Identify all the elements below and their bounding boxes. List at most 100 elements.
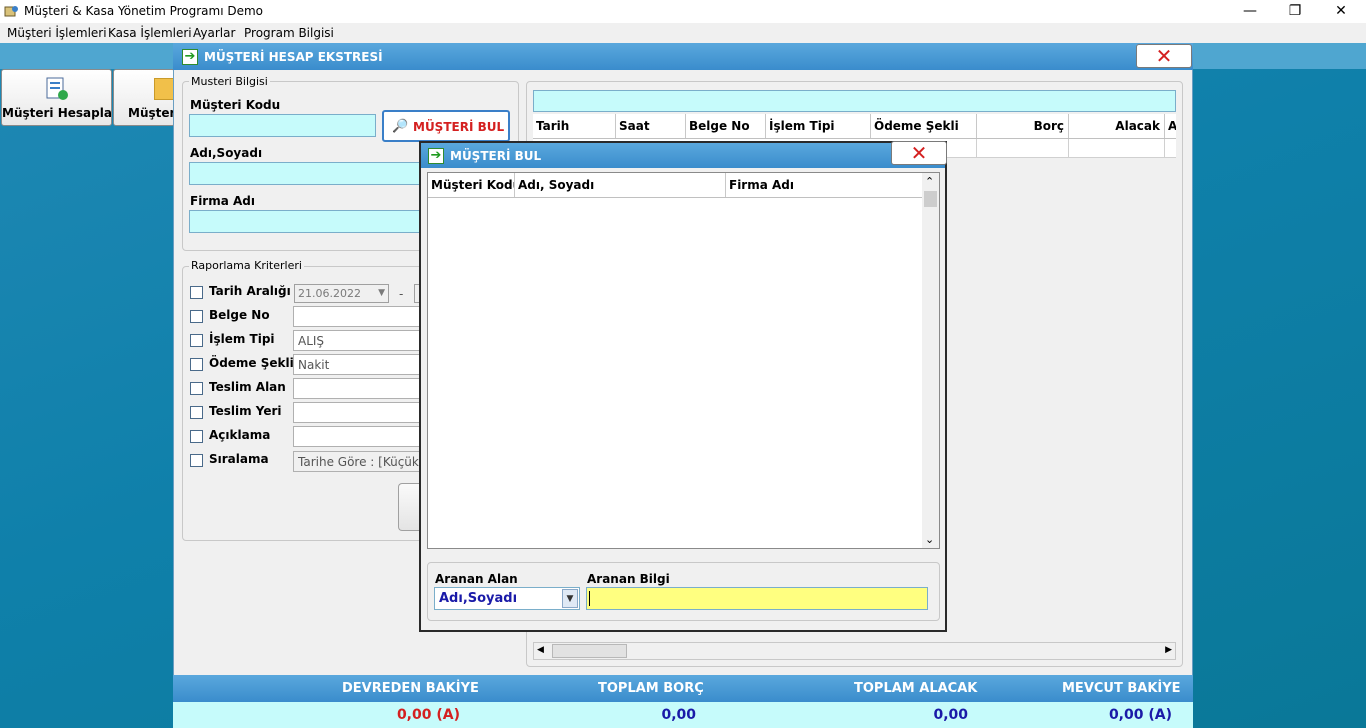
- find-customer-label: MÜŞTERİ BUL: [413, 120, 505, 134]
- vertical-scrollbar[interactable]: ⌃ ⌄: [922, 173, 939, 548]
- magnifier-icon: 🔎: [392, 119, 409, 134]
- payment-method-checkbox[interactable]: [190, 358, 203, 371]
- search-text-input[interactable]: [586, 587, 928, 610]
- total-credit-label: TOPLAM ALACAK: [854, 681, 978, 696]
- menu-bar: Müşteri İşlemleri Kasa İşlemleri Ayarlar…: [0, 23, 1366, 43]
- customer-button-label: Müşteri: [128, 106, 174, 120]
- close-statement-button[interactable]: ✕: [1136, 44, 1192, 68]
- col-payment-method[interactable]: Ödeme Şekli: [871, 114, 977, 138]
- scroll-left-icon[interactable]: ◀: [537, 645, 544, 655]
- col-credit[interactable]: Alacak: [1069, 114, 1165, 138]
- total-debit-value: 0,00: [661, 707, 696, 723]
- text-cursor: [589, 591, 590, 606]
- customer-accounts-button[interactable]: Müşteri Hesapları: [1, 69, 112, 126]
- payment-method-select[interactable]: Nakit: [293, 354, 420, 375]
- find-customer-dialog-titlebar: ➔ MÜŞTERİ BUL: [421, 143, 945, 168]
- company-field[interactable]: [189, 210, 429, 233]
- customer-code-label: Müşteri Kodu: [190, 98, 281, 112]
- report-button[interactable]: [398, 483, 420, 531]
- document-no-checkbox[interactable]: [190, 310, 203, 323]
- col-transaction-type[interactable]: İşlem Tipi: [766, 114, 871, 138]
- search-field-select[interactable]: Adı,Soyadı ▼: [434, 587, 580, 610]
- transaction-type-label: İşlem Tipi: [209, 332, 275, 346]
- folder-icon: [154, 78, 174, 100]
- restore-button[interactable]: ❐: [1272, 0, 1318, 23]
- scroll-right-icon[interactable]: ▶: [1165, 645, 1172, 655]
- close-icon: ✕: [1155, 44, 1173, 68]
- app-icon: [4, 4, 20, 18]
- col-document-no[interactable]: Belge No: [686, 114, 766, 138]
- customer-list[interactable]: Müşteri Kodu Adı, Soyadı Firma Adı ⌃ ⌄: [427, 172, 940, 549]
- close-window-button[interactable]: ✕: [1318, 0, 1364, 23]
- delivery-place-checkbox[interactable]: [190, 406, 203, 419]
- menu-musteri-islemleri[interactable]: Müşteri İşlemleri: [7, 26, 107, 40]
- sorting-checkbox[interactable]: [190, 454, 203, 467]
- customer-button[interactable]: Müşteri: [113, 69, 175, 126]
- chevron-down-icon[interactable]: ▼: [562, 589, 578, 608]
- current-balance-label: MEVCUT BAKİYE: [1062, 681, 1181, 696]
- date-start-value: 21.06.2022: [298, 287, 361, 300]
- menu-ayarlar[interactable]: Ayarlar: [193, 26, 235, 40]
- receiver-checkbox[interactable]: [190, 382, 203, 395]
- payment-method-value: Nakit: [298, 358, 330, 372]
- date-start-picker[interactable]: 21.06.2022 ▼: [294, 284, 389, 303]
- date-range-label: Tarih Aralığı: [209, 284, 291, 298]
- criteria-legend: Raporlama Kriterleri: [189, 259, 304, 272]
- statement-window-titlebar: ➔ MÜŞTERİ HESAP EKSTRESİ: [173, 43, 1193, 70]
- col-customer-code[interactable]: Müşteri Kodu: [428, 173, 515, 197]
- scroll-thumb[interactable]: [924, 191, 937, 207]
- col-debit[interactable]: Borç: [977, 114, 1069, 138]
- description-checkbox[interactable]: [190, 430, 203, 443]
- carried-balance-label: DEVREDEN BAKİYE: [342, 681, 479, 696]
- transaction-type-select[interactable]: ALIŞ: [293, 330, 420, 351]
- transaction-type-checkbox[interactable]: [190, 334, 203, 347]
- delivery-place-label: Teslim Yeri: [209, 404, 282, 418]
- receiver-label: Teslim Alan: [209, 380, 286, 394]
- customer-accounts-icon: [44, 76, 70, 102]
- carried-balance-value: 0,00 (A): [396, 707, 460, 723]
- app-title: Müşteri & Kasa Yönetim Programı Demo: [24, 4, 264, 18]
- horizontal-scrollbar[interactable]: ◀ ▶: [533, 642, 1176, 660]
- find-customer-button[interactable]: 🔎 MÜŞTERİ BUL: [382, 110, 510, 142]
- description-field[interactable]: [293, 426, 420, 447]
- search-text-label: Aranan Bilgi: [587, 572, 670, 586]
- menu-kasa-islemleri[interactable]: Kasa İşlemleri: [108, 26, 192, 40]
- close-find-dialog-button[interactable]: ✕: [891, 141, 947, 165]
- search-field-label: Aranan Alan: [435, 572, 518, 586]
- customer-info-legend: Musteri Bilgisi: [189, 75, 270, 88]
- sorting-value: Tarihe Göre : [Küçük: [298, 455, 419, 469]
- col-name[interactable]: Adı, Soyadı: [515, 173, 726, 197]
- arrow-right-icon: ➔: [428, 148, 444, 164]
- document-no-field[interactable]: [293, 306, 420, 327]
- customer-accounts-label: Müşteri Hesapları: [2, 106, 111, 120]
- scroll-up-icon[interactable]: ⌃: [925, 175, 934, 188]
- name-field[interactable]: [189, 162, 429, 185]
- app-titlebar: Müşteri & Kasa Yönetim Programı Demo — ❐…: [0, 0, 1366, 23]
- total-debit-label: TOPLAM BORÇ: [598, 681, 704, 696]
- arrow-right-icon: ➔: [182, 49, 198, 65]
- col-date[interactable]: Tarih: [533, 114, 616, 138]
- scroll-down-icon[interactable]: ⌄: [925, 533, 934, 546]
- scroll-thumb[interactable]: [552, 644, 627, 658]
- menu-program-bilgisi[interactable]: Program Bilgisi: [244, 26, 334, 40]
- receiver-field[interactable]: [293, 378, 420, 399]
- description-label: Açıklama: [209, 428, 271, 442]
- grid-filter-field[interactable]: [533, 90, 1176, 112]
- name-label: Adı,Soyadı: [190, 146, 263, 160]
- find-customer-dialog-title: MÜŞTERİ BUL: [450, 149, 542, 163]
- sorting-select[interactable]: Tarihe Göre : [Küçük: [293, 451, 420, 472]
- delivery-place-field[interactable]: [293, 402, 420, 423]
- customer-list-header: Müşteri Kodu Adı, Soyadı Firma Adı: [428, 173, 922, 198]
- col-company[interactable]: Firma Adı: [726, 173, 922, 197]
- customer-code-field[interactable]: [189, 114, 376, 137]
- date-range-checkbox[interactable]: [190, 286, 203, 299]
- total-credit-value: 0,00: [933, 707, 968, 723]
- statement-grid-header: Tarih Saat Belge No İşlem Tipi Ödeme Şek…: [533, 114, 1176, 139]
- transaction-type-value: ALIŞ: [298, 334, 325, 348]
- minimize-button[interactable]: —: [1227, 0, 1273, 23]
- sorting-label: Sıralama: [209, 452, 269, 466]
- chevron-down-icon: ▼: [378, 288, 385, 298]
- statement-window-title: MÜŞTERİ HESAP EKSTRESİ: [204, 50, 383, 64]
- col-balance[interactable]: A: [1165, 114, 1176, 138]
- col-time[interactable]: Saat: [616, 114, 686, 138]
